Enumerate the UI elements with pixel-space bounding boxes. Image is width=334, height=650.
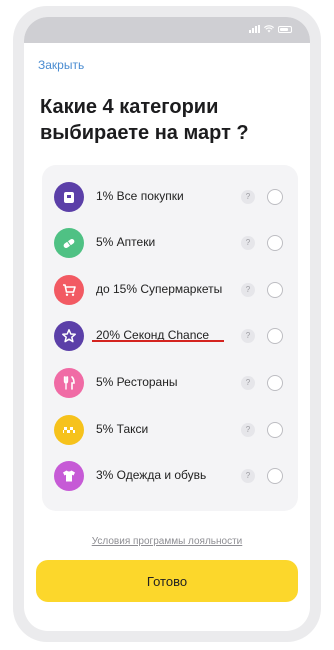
option-radio[interactable] xyxy=(267,235,283,251)
signal-icon xyxy=(249,25,260,33)
option-pharmacy[interactable]: 5% Аптеки ? xyxy=(42,223,298,263)
annotation-underline xyxy=(92,340,224,342)
option-radio[interactable] xyxy=(267,189,283,205)
shopping-cart-icon xyxy=(54,275,84,305)
page-title: Какие 4 категории выбираете на март ? xyxy=(40,96,249,144)
status-icons xyxy=(249,25,292,33)
option-radio[interactable] xyxy=(267,422,283,438)
option-second-chance[interactable]: 20% Секонд Chance ? xyxy=(42,316,298,356)
option-radio[interactable] xyxy=(267,282,283,298)
battery-icon xyxy=(278,25,292,33)
help-icon[interactable]: ? xyxy=(241,329,255,343)
option-clothes-shoes[interactable]: 3% Одежда и обувь ? xyxy=(42,456,298,496)
option-label: до 15% Супермаркеты xyxy=(96,282,223,296)
help-icon[interactable]: ? xyxy=(241,469,255,483)
help-icon[interactable]: ? xyxy=(241,236,255,250)
option-label: 5% Рестораны xyxy=(96,375,178,389)
fork-knife-icon xyxy=(54,368,84,398)
categories-card: 1% Все покупки ? 5% Аптеки ? до 15% Супе… xyxy=(42,165,298,511)
help-icon[interactable]: ? xyxy=(241,423,255,437)
option-label: 3% Одежда и обувь xyxy=(96,468,207,482)
option-restaurants[interactable]: 5% Рестораны ? xyxy=(42,363,298,403)
option-radio[interactable] xyxy=(267,468,283,484)
option-supermarkets[interactable]: до 15% Супермаркеты ? xyxy=(42,270,298,310)
done-button[interactable]: Готово xyxy=(36,560,298,602)
help-icon[interactable]: ? xyxy=(241,190,255,204)
option-label: 1% Все покупки xyxy=(96,189,184,203)
option-radio[interactable] xyxy=(267,328,283,344)
help-icon[interactable]: ? xyxy=(241,376,255,390)
option-radio[interactable] xyxy=(267,375,283,391)
option-label: 5% Аптеки xyxy=(96,235,156,249)
option-taxi[interactable]: 5% Такси ? xyxy=(42,410,298,450)
shopping-bag-icon xyxy=(54,182,84,212)
taxi-checker-icon xyxy=(54,415,84,445)
wifi-icon xyxy=(264,25,274,33)
star-icon xyxy=(54,321,84,351)
option-label: 5% Такси xyxy=(96,422,149,436)
close-button[interactable]: Закрыть xyxy=(38,58,84,72)
help-icon[interactable]: ? xyxy=(241,283,255,297)
tshirt-icon xyxy=(54,461,84,491)
status-bar xyxy=(24,17,310,43)
loyalty-terms-link[interactable]: Условия программы лояльности xyxy=(0,536,334,547)
option-all-purchases[interactable]: 1% Все покупки ? xyxy=(42,177,298,217)
pill-icon xyxy=(54,228,84,258)
